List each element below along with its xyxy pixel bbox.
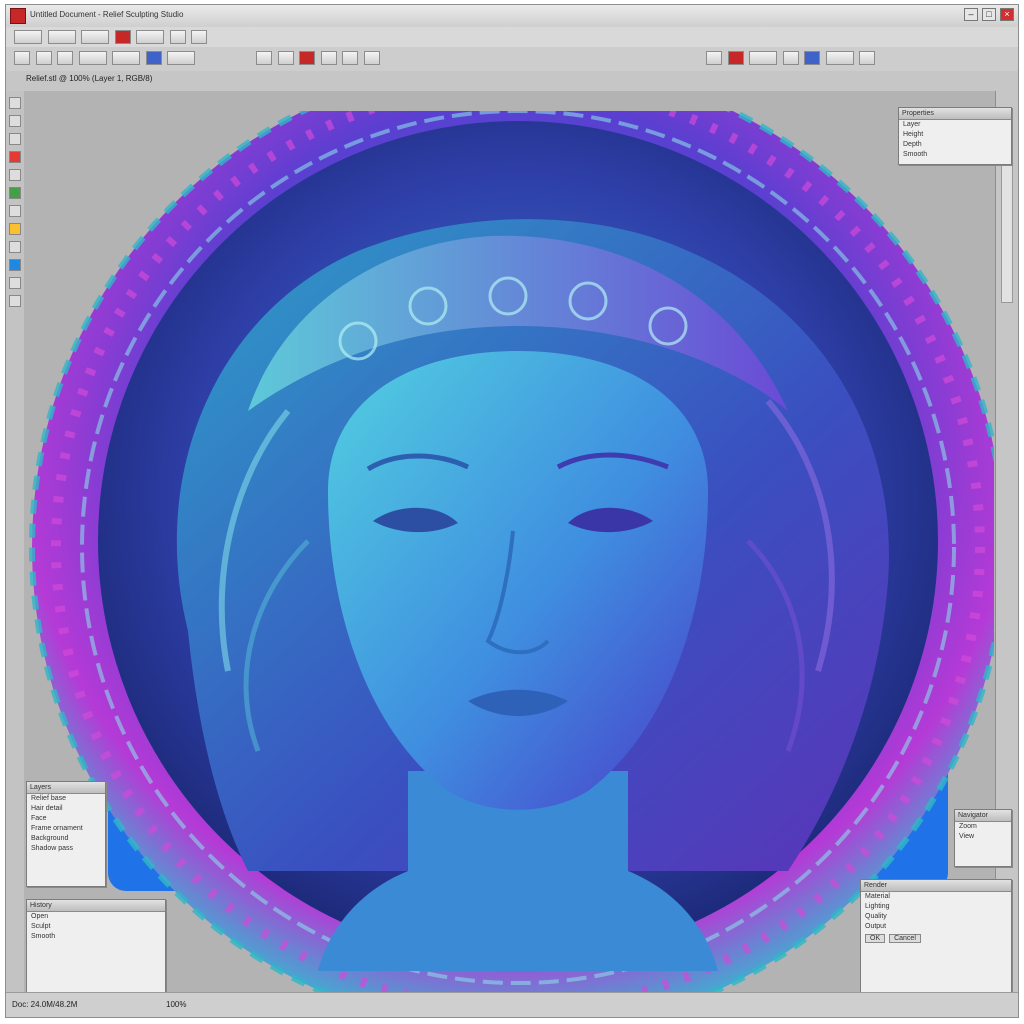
tool-icon[interactable] [804,51,821,65]
history-panel-title: History [27,900,165,912]
layer-item[interactable]: Relief base [27,794,105,804]
open-icon[interactable] [35,51,52,65]
status-bar: Doc: 24.0M/48.2M 100% [6,992,1018,1017]
tool-icon[interactable] [299,51,316,65]
maximize-button[interactable]: □ [982,8,996,21]
menu-item[interactable] [136,30,165,44]
navigator-panel-title: Navigator [955,810,1011,822]
tool-icon[interactable] [782,51,799,65]
tool-icon[interactable] [256,51,272,65]
title-bar: Untitled Document - Relief Sculpting Stu… [6,5,1018,28]
properties-row[interactable]: Height [899,130,1011,140]
tool-icon[interactable] [363,51,380,65]
tool-icon[interactable] [277,51,294,65]
relief-artwork[interactable] [28,111,994,1011]
layers-panel-title: Layers [27,782,105,794]
render-dialog: Render Material Lighting Quality Output … [860,879,1012,999]
properties-panel-title: Properties [899,108,1011,120]
smooth-tool-icon[interactable] [9,169,21,181]
layer-item[interactable]: Hair detail [27,804,105,814]
main-toolbar [6,47,1018,72]
render-option[interactable]: Quality [861,912,1011,922]
tool-strip [6,91,25,993]
render-option[interactable]: Lighting [861,902,1011,912]
sculpt-tool-icon[interactable] [9,187,21,199]
history-panel: History Open Sculpt Smooth [26,899,166,997]
navigator-row[interactable]: View [955,832,1011,842]
app-window: Untitled Document - Relief Sculpting Stu… [5,4,1019,1018]
light-tool-icon[interactable] [9,223,21,235]
tool-option-button[interactable] [167,51,196,65]
document-size-status: Doc: 24.0M/48.2M [12,1000,78,1009]
tool-icon[interactable] [342,51,359,65]
options-bar: Relief.stl @ 100% (Layer 1, RGB/8) [6,71,1018,92]
history-item[interactable]: Smooth [27,932,165,942]
render-option[interactable]: Material [861,892,1011,902]
save-icon[interactable] [57,51,74,65]
toolbar-right-group [706,51,878,66]
tool-option-button[interactable] [112,51,141,65]
cancel-button[interactable]: Cancel [889,934,921,943]
menu-bar [6,27,1018,48]
color-swatch-icon[interactable] [114,30,131,44]
close-button[interactable]: × [1000,8,1014,21]
menu-group [14,30,210,45]
ok-button[interactable]: OK [865,934,886,943]
color-tool-icon[interactable] [9,151,21,163]
layers-panel: Layers Relief base Hair detail Face Fram… [26,781,106,887]
fill-tool-icon[interactable] [9,259,21,271]
document-tab[interactable]: Relief.stl @ 100% (Layer 1, RGB/8) [26,74,152,83]
properties-row[interactable]: Smooth [899,150,1011,160]
tool-option-button[interactable] [78,51,107,65]
history-item[interactable]: Open [27,912,165,922]
zoom-tool-icon[interactable] [9,241,21,253]
canvas-workspace[interactable] [24,91,996,1011]
brush-tool-icon[interactable] [9,133,21,145]
zoom-level[interactable]: 100% [166,1000,186,1009]
tool-icon[interactable] [191,30,208,44]
hand-tool-icon[interactable] [9,277,21,289]
new-icon[interactable] [14,51,30,65]
render-dialog-title: Render [861,880,1011,892]
layer-item[interactable]: Background [27,834,105,844]
select-tool-icon[interactable] [9,115,21,127]
navigator-panel: Navigator Zoom View [954,809,1012,867]
menu-item[interactable] [47,30,76,44]
tool-icon[interactable] [859,51,876,65]
toolbar-left-group [14,51,198,66]
eraser-tool-icon[interactable] [9,205,21,217]
history-item[interactable]: Sculpt [27,922,165,932]
layer-item[interactable]: Face [27,814,105,824]
tool-option-button[interactable] [749,51,778,65]
tool-icon[interactable] [706,51,722,65]
layer-item[interactable]: Shadow pass [27,844,105,854]
tool-icon[interactable] [320,51,337,65]
text-tool-icon[interactable] [9,295,21,307]
color-swatch-icon[interactable] [145,51,162,65]
properties-row[interactable]: Depth [899,140,1011,150]
window-title: Untitled Document - Relief Sculpting Stu… [30,10,184,19]
navigator-row[interactable]: Zoom [955,822,1011,832]
render-option[interactable]: Output [861,922,1011,932]
tool-icon[interactable] [169,30,186,44]
toolbar-center-group [256,51,383,66]
properties-panel: Properties Layer Height Depth Smooth [898,107,1012,165]
properties-row[interactable]: Layer [899,120,1011,130]
menu-item[interactable] [81,30,110,44]
tool-option-button[interactable] [825,51,854,65]
tool-icon[interactable] [727,51,744,65]
minimize-button[interactable]: – [964,8,978,21]
app-logo-icon [10,8,26,24]
move-tool-icon[interactable] [9,97,21,109]
layer-item[interactable]: Frame ornament [27,824,105,834]
menu-item[interactable] [14,30,42,44]
